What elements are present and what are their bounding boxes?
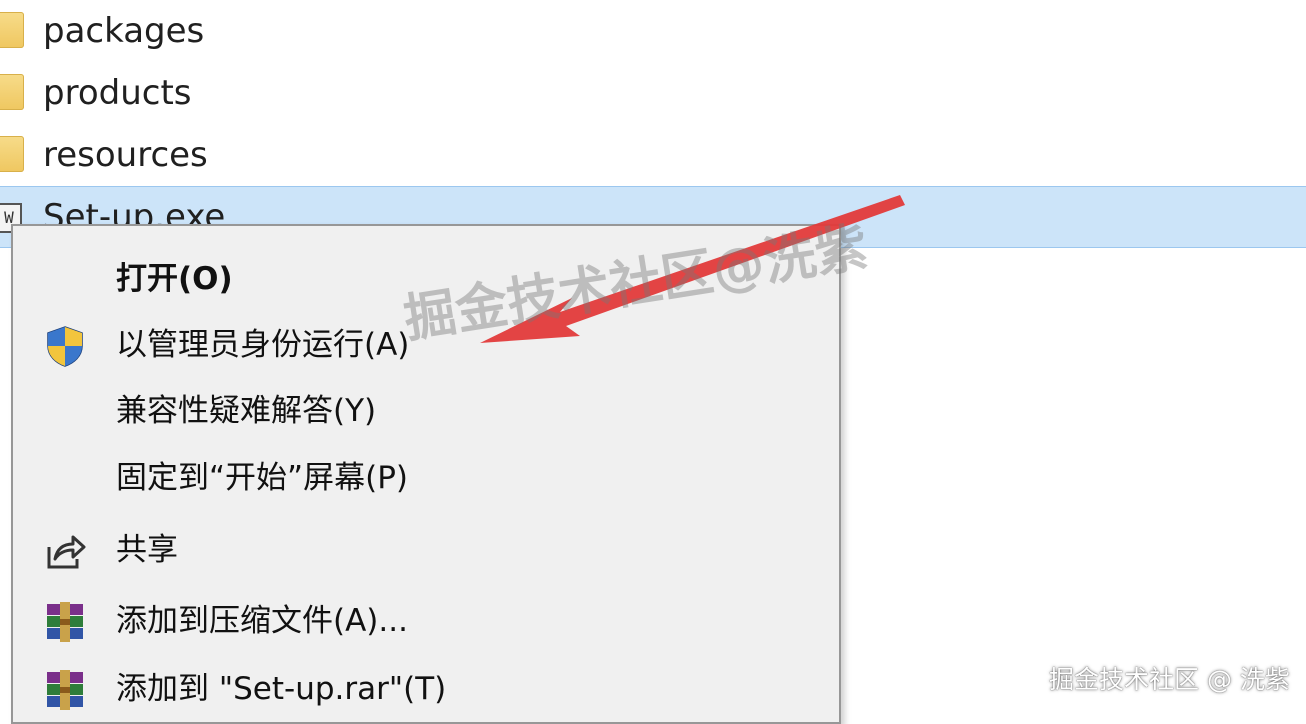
watermark-corner: 掘金技术社区 @ 洗紫 — [1049, 665, 1290, 694]
menu-item-label: 添加到压缩文件(A)... — [116, 603, 408, 639]
winrar-icon — [47, 602, 83, 642]
folder-icon — [0, 74, 24, 110]
menu-item-label: 共享 — [116, 532, 178, 568]
folder-icon — [0, 12, 24, 48]
file-row-products[interactable]: products — [0, 62, 1306, 124]
file-name: resources — [43, 135, 208, 175]
folder-icon — [0, 136, 24, 172]
menu-item-label: 添加到 "Set-up.rar"(T) — [116, 671, 447, 707]
file-row-packages[interactable]: packages — [0, 0, 1306, 62]
uac-shield-icon — [47, 326, 83, 367]
menu-item-add-to-rar[interactable]: 添加到 "Set-up.rar"(T) — [13, 656, 839, 722]
menu-item-label: 固定到“开始”屏幕(P) — [116, 460, 409, 496]
file-name: packages — [43, 11, 205, 51]
share-icon — [47, 535, 86, 569]
menu-item-label: 打开(O) — [116, 261, 233, 297]
file-row-resources[interactable]: resources — [0, 124, 1306, 186]
winrar-icon — [47, 670, 83, 710]
menu-item-compatibility[interactable]: 兼容性疑难解答(Y) — [13, 378, 839, 444]
file-name: products — [43, 73, 192, 113]
menu-item-label: 兼容性疑难解答(Y) — [116, 393, 377, 429]
menu-item-pin-start[interactable]: 固定到“开始”屏幕(P) — [13, 445, 839, 511]
menu-item-share[interactable]: 共享 — [13, 517, 839, 583]
menu-item-label: 以管理员身份运行(A) — [116, 327, 410, 363]
menu-item-add-archive[interactable]: 添加到压缩文件(A)... — [13, 588, 839, 654]
